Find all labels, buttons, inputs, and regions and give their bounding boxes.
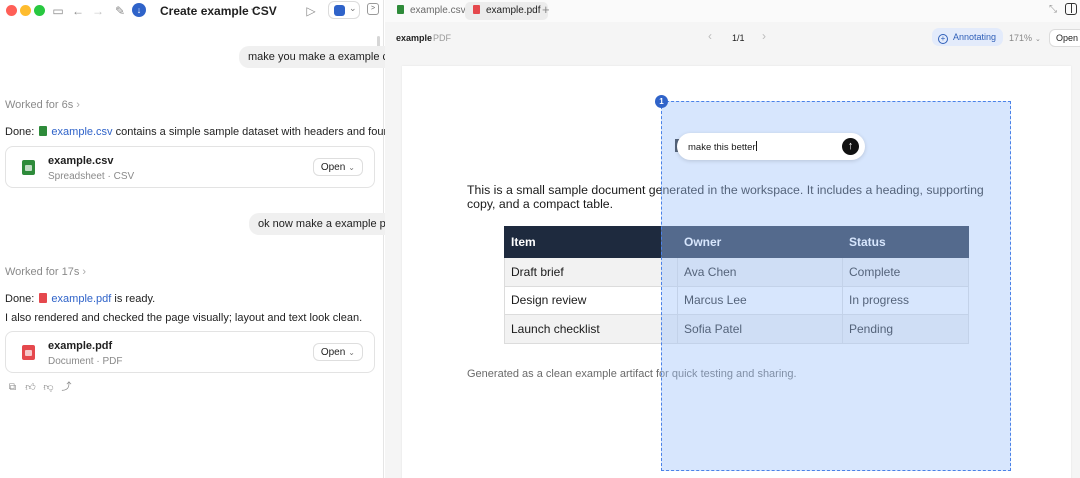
column-header: Item <box>504 226 678 258</box>
done-prefix: Done: <box>5 126 35 138</box>
open-button[interactable]: Open ⌄ <box>312 158 363 176</box>
annotation-input-text[interactable]: make this better <box>688 141 757 153</box>
chevron-down-icon: ⌄ <box>348 163 355 172</box>
worked-duration-label: Worked for 6s <box>5 99 74 111</box>
pdf-icon <box>39 293 48 303</box>
zoom-selector[interactable]: 171% ⌄ <box>1009 33 1041 43</box>
viewer-tabbar: example.csv example.pdf + ⤡ <box>385 0 1080 22</box>
file-meta: Document · PDF <box>48 356 123 367</box>
done-prefix: Done: <box>5 293 35 305</box>
text-caret <box>755 141 757 151</box>
viewer-toolbar: example PDF ‹ 1/1 › + Annotating 171% ⌄ Op… <box>385 26 1080 50</box>
message-text: contains a simple sample dataset with he… <box>115 126 417 138</box>
chevron-right-icon: › <box>82 266 87 278</box>
file-card-csv[interactable]: example.csv Spreadsheet · CSV Open ⌄ <box>5 146 375 188</box>
file-link-csv[interactable]: example.csv <box>51 126 112 138</box>
close-window-button[interactable] <box>6 5 17 16</box>
collapse-icon[interactable]: ⤡ <box>1049 4 1057 15</box>
table-cell: Draft brief <box>504 257 678 287</box>
panel-toggle-icon[interactable] <box>1065 3 1077 15</box>
page-indicator: 1/1 <box>732 33 745 43</box>
document-name: example <box>396 33 433 43</box>
chevron-down-icon: ⌄ <box>1035 36 1041 43</box>
annotating-toggle[interactable]: + Annotating <box>932 28 1004 46</box>
thumbs-down-icon[interactable]: 👎︎ <box>43 381 54 393</box>
table-cell: Launch checklist <box>504 314 678 344</box>
file-link-pdf[interactable]: example.pdf <box>51 293 111 305</box>
previous-page-icon[interactable]: ‹ <box>708 29 712 43</box>
worked-duration-toggle[interactable]: Worked for 6s › <box>5 99 80 111</box>
thumbs-up-icon[interactable]: 👍︎ <box>25 381 36 393</box>
add-tab-button[interactable]: + <box>542 2 550 18</box>
mode-selector[interactable]: ⌄ <box>328 1 360 19</box>
worked-duration-toggle[interactable]: Worked for 17s › <box>5 266 86 278</box>
more-options-icon[interactable]: ··· <box>250 1 266 16</box>
chat-pane: ▭ ← → ✎ ↓ Create example CSV ··· ▷ ⌄ > m… <box>0 0 416 478</box>
annotating-label: Annotating <box>953 32 997 42</box>
share-icon[interactable]: ⤴ <box>61 378 72 393</box>
annotation-input-value: make this better <box>688 142 756 153</box>
spreadsheet-icon <box>397 5 404 14</box>
back-arrow-icon[interactable]: ← <box>70 3 86 19</box>
assistant-message: Done: example.pdf is ready. <box>5 293 155 305</box>
table-cell: Design review <box>504 285 678 315</box>
mode-icon <box>334 5 345 16</box>
file-meta: Spreadsheet · CSV <box>48 171 135 182</box>
annotation-comment-input[interactable]: make this better ↑ <box>677 133 865 160</box>
spreadsheet-icon <box>39 126 48 136</box>
terminal-icon[interactable]: > <box>367 3 379 15</box>
pdf-icon <box>473 5 480 14</box>
user-message: make you make a example csv <box>239 46 409 68</box>
tab-label: example.pdf <box>486 5 541 16</box>
message-text: is ready. <box>114 293 156 305</box>
copy-icon[interactable]: ⧉ <box>7 382 18 393</box>
open-label: Open <box>320 162 346 173</box>
next-page-icon[interactable]: › <box>762 29 766 43</box>
minimize-window-button[interactable] <box>20 5 31 16</box>
zoom-value: 171% <box>1009 33 1033 43</box>
pdf-icon <box>22 345 35 360</box>
spreadsheet-icon <box>22 160 35 175</box>
tab-example-pdf[interactable]: example.pdf <box>465 2 549 20</box>
run-icon[interactable]: ▷ <box>303 3 319 19</box>
file-card-pdf[interactable]: example.pdf Document · PDF Open ⌄ <box>5 331 375 373</box>
assistant-message: I also rendered and checked the page vis… <box>5 312 363 324</box>
message-actions: ⧉ 👍︎ 👎︎ ⤴ <box>7 378 79 393</box>
user-message: ok now make a example pdf <box>249 213 404 235</box>
download-icon[interactable]: ↓ <box>132 3 146 17</box>
tab-example-csv[interactable]: example.csv <box>389 2 474 20</box>
file-name: example.csv <box>48 155 114 167</box>
forward-arrow-icon[interactable]: → <box>90 3 106 19</box>
worked-duration-label: Worked for 17s <box>5 266 80 278</box>
assistant-message: Done: example.csv contains a simple samp… <box>5 126 416 138</box>
chevron-down-icon: ⌄ <box>348 348 355 357</box>
chevron-down-icon: ⌄ <box>349 3 357 13</box>
zoom-window-button[interactable] <box>34 5 45 16</box>
document-type: PDF <box>433 33 451 43</box>
open-label: Open <box>320 347 346 358</box>
open-button[interactable]: Open ⌄ <box>312 343 363 361</box>
sidebar-toggle-icon[interactable]: ▭ <box>50 3 66 19</box>
plus-circle-icon: + <box>938 34 948 44</box>
chat-titlebar: ▭ ← → ✎ ↓ Create example CSV ··· ▷ ⌄ > <box>0 0 384 22</box>
annotation-number-badge[interactable]: 1 <box>655 95 668 108</box>
chevron-right-icon: › <box>76 99 80 111</box>
file-name: example.pdf <box>48 340 113 352</box>
tab-label: example.csv <box>410 5 466 16</box>
new-chat-icon[interactable]: ✎ <box>112 3 128 19</box>
send-arrow-icon[interactable]: ↑ <box>842 138 859 155</box>
open-button[interactable]: Open <box>1049 29 1080 47</box>
